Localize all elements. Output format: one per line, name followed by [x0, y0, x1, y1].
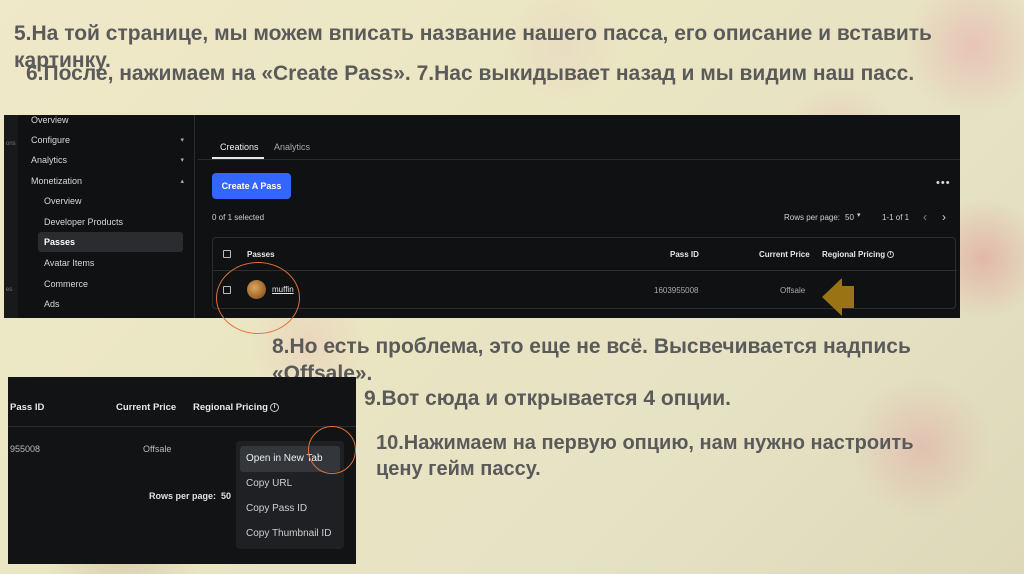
rows-per-page-label: Rows per page: [784, 213, 841, 222]
sidebar-item-overview[interactable]: Overview [31, 115, 69, 125]
column-header-pass-id[interactable]: Pass ID [670, 250, 699, 259]
context-menu-screenshot: Pass ID Current Price Regional Pricing i … [8, 377, 356, 564]
column-header-current-price[interactable]: Current Price [116, 402, 176, 413]
chevron-down-icon: ▾ [857, 212, 861, 219]
column-header-pass-id[interactable]: Pass ID [10, 402, 44, 413]
sidebar-item-monetization[interactable]: Monetization [31, 176, 82, 186]
tab-creations[interactable]: Creations [220, 142, 259, 152]
step-10-text: 10.Нажимаем на первую опцию, нам нужно н… [376, 432, 914, 480]
info-icon[interactable]: i [887, 251, 895, 259]
step-9-text: 9.Вот сюда и открывается 4 опции. [364, 387, 731, 410]
current-price-cell: Offsale [780, 286, 806, 295]
rows-per-page-label: Rows per page: [149, 491, 217, 501]
tab-divider [198, 159, 960, 160]
annotation-arrow-head [822, 278, 842, 316]
chevron-down-icon: ▾ [180, 157, 184, 164]
annotation-circle [216, 262, 300, 334]
more-options-icon[interactable]: ••• [936, 177, 951, 189]
column-header-regional-pricing[interactable]: Regional Pricing i [822, 250, 895, 259]
sidebar: Overview Configure ▾ Analytics ▾ Monetiz… [18, 115, 198, 318]
menu-item-copy-thumbnail-id[interactable]: Copy Thumbnail ID [246, 528, 331, 539]
chevron-up-icon: ▴ [180, 178, 184, 185]
left-nav-strip: ons es [4, 115, 18, 318]
edge-label: es [6, 287, 13, 293]
menu-item-copy-url[interactable]: Copy URL [246, 478, 292, 489]
column-header-passes[interactable]: Passes [247, 250, 275, 259]
info-icon[interactable]: i [269, 402, 279, 412]
step-8-text: 8.Но есть проблема, это еще не всё. Высв… [272, 335, 911, 386]
annotation-arrow-body [841, 286, 854, 308]
sidebar-item-analytics[interactable]: Analytics [31, 155, 67, 165]
column-header-current-price[interactable]: Current Price [759, 250, 810, 259]
creator-dashboard-screenshot: ons es Overview Configure ▾ Analytics ▾ … [4, 115, 960, 318]
pagination-range: 1-1 of 1 [882, 213, 910, 222]
sidebar-subitem-commerce[interactable]: Commerce [44, 279, 88, 289]
edge-label: ons [6, 141, 16, 147]
prev-page-button[interactable]: ‹ [923, 210, 927, 224]
sidebar-subitem-developer-products[interactable]: Developer Products [44, 217, 123, 227]
sidebar-subitem-ads[interactable]: Ads [44, 299, 60, 309]
column-header-regional-pricing[interactable]: Regional Pricing i [193, 402, 279, 413]
column-header-label: Regional Pricing [193, 402, 268, 413]
annotation-circle [308, 426, 356, 474]
sidebar-subitem-avatar-items[interactable]: Avatar Items [44, 258, 94, 268]
sidebar-divider [194, 115, 195, 318]
column-header-label: Regional Pricing [822, 250, 886, 259]
sidebar-item-configure[interactable]: Configure [31, 135, 70, 145]
create-pass-button[interactable]: Create A Pass [212, 173, 291, 199]
sidebar-subitem-overview[interactable]: Overview [44, 196, 82, 206]
rows-per-page-select[interactable]: 50 [221, 491, 231, 501]
sidebar-subitem-passes[interactable]: Passes [44, 237, 75, 247]
chevron-down-icon: ▾ [180, 137, 184, 144]
selection-count: 0 of 1 selected [212, 213, 265, 222]
tab-analytics[interactable]: Analytics [274, 142, 310, 152]
current-price-cell: Offsale [143, 444, 172, 454]
select-all-checkbox[interactable] [223, 250, 231, 258]
menu-item-copy-pass-id[interactable]: Copy Pass ID [246, 503, 307, 514]
header-divider [8, 426, 356, 427]
step-7-text: 6.После, нажимаем на «Create Pass». 7.На… [26, 62, 915, 85]
pass-id-cell: 955008 [10, 444, 41, 454]
next-page-button[interactable]: › [942, 210, 946, 224]
pass-id-cell: 1603955008 [654, 286, 699, 295]
rows-per-page-select[interactable]: 50 [845, 213, 854, 222]
header-divider [213, 270, 957, 271]
